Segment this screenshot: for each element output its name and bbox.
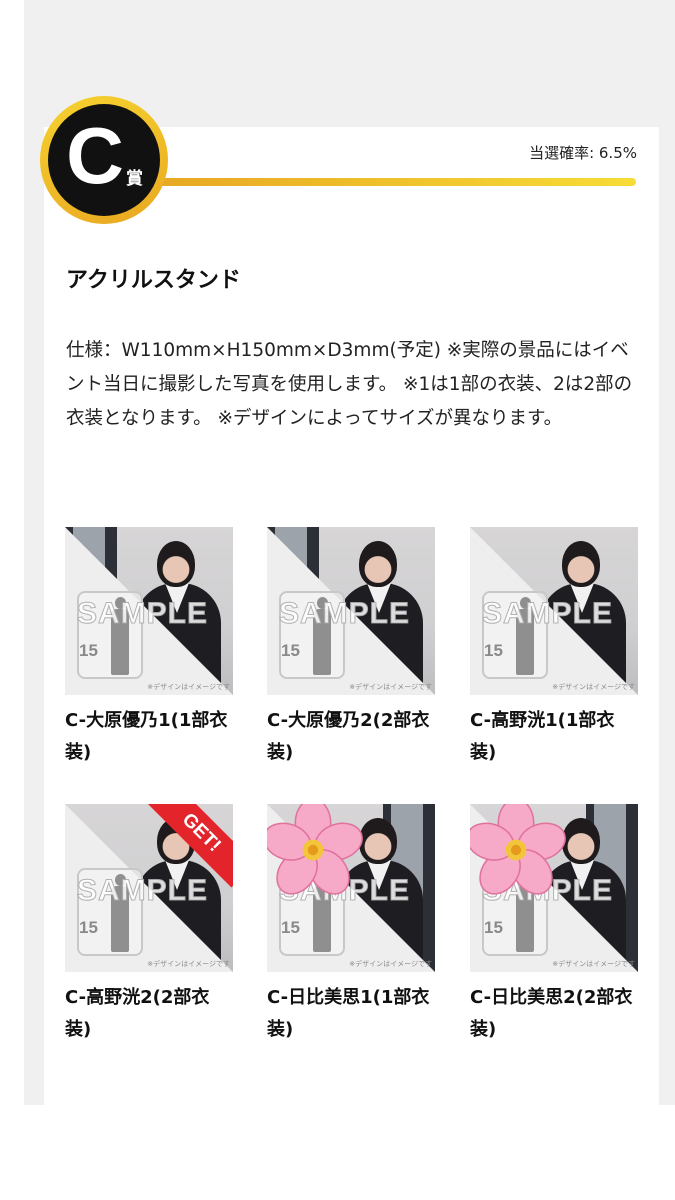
sample-watermark: SAMPLE [77, 874, 209, 908]
grade-letter: C [66, 111, 124, 200]
probability-label: 当選確率: 6.5% [529, 144, 637, 162]
stand-number: 15 [281, 918, 300, 937]
item-thumbnail[interactable]: 15 SAMPLE ※デザインはイメージです [267, 527, 435, 695]
stand-number: 15 [484, 918, 503, 937]
item-name[interactable]: C-日比美思1(1部衣装) [267, 982, 435, 1046]
prize-grade-badge: C 賞 [40, 96, 168, 224]
item-thumbnail[interactable]: 15 SAMPLE ※デザインはイメージです [470, 804, 638, 972]
item-thumbnail[interactable]: 15 SAMPLE ※デザインはイメージです GET! [65, 804, 233, 972]
item-name[interactable]: C-日比美思2(2部衣装) [470, 982, 638, 1046]
design-disclaimer: ※デザインはイメージです [349, 960, 432, 968]
prize-item[interactable]: 15 SAMPLE ※デザインはイメージです C-大原優乃1(1部衣装) [65, 527, 233, 769]
prize-item[interactable]: 15 SAMPLE ※デザインはイメージです C-日比美思1(1部衣装) [267, 804, 435, 1046]
prize-title: アクリルスタンド [66, 268, 241, 293]
stand-number: 15 [484, 641, 503, 660]
sample-watermark: SAMPLE [482, 597, 614, 631]
item-name[interactable]: C-大原優乃2(2部衣装) [267, 705, 435, 769]
prize-item[interactable]: 15 SAMPLE ※デザインはイメージです GET! C-高野洸2(2部衣装) [65, 804, 233, 1046]
prize-item[interactable]: 15 SAMPLE ※デザインはイメージです C-高野洸1(1部衣装) [470, 527, 638, 769]
stand-number: 15 [79, 641, 98, 660]
design-disclaimer: ※デザインはイメージです [147, 683, 230, 691]
cherry-blossom-icon [267, 804, 363, 895]
grade-suffix: 賞 [126, 169, 143, 189]
prize-spec: 仕様：W110mm×H150mm×D3mm(予定) ※実際の景品にはイベント当日… [66, 340, 633, 429]
design-disclaimer: ※デザインはイメージです [552, 960, 635, 968]
design-disclaimer: ※デザインはイメージです [147, 960, 230, 968]
item-thumbnail[interactable]: 15 SAMPLE ※デザインはイメージです [267, 804, 435, 972]
item-name[interactable]: C-高野洸2(2部衣装) [65, 982, 233, 1046]
cherry-blossom-icon [470, 804, 566, 895]
item-thumbnail[interactable]: 15 SAMPLE ※デザインはイメージです [65, 527, 233, 695]
stand-number: 15 [79, 918, 98, 937]
grade-circle: C 賞 [48, 104, 160, 216]
sample-watermark: SAMPLE [77, 597, 209, 631]
sample-watermark: SAMPLE [279, 597, 411, 631]
item-thumbnail[interactable]: 15 SAMPLE ※デザインはイメージです [470, 527, 638, 695]
design-disclaimer: ※デザインはイメージです [552, 683, 635, 691]
design-disclaimer: ※デザインはイメージです [349, 683, 432, 691]
stand-number: 15 [281, 641, 300, 660]
item-name[interactable]: C-高野洸1(1部衣装) [470, 705, 638, 769]
probability-bar [150, 178, 636, 186]
item-name[interactable]: C-大原優乃1(1部衣装) [65, 705, 233, 769]
prize-item[interactable]: 15 SAMPLE ※デザインはイメージです C-日比美思2(2部衣装) [470, 804, 638, 1046]
prize-item[interactable]: 15 SAMPLE ※デザインはイメージです C-大原優乃2(2部衣装) [267, 527, 435, 769]
